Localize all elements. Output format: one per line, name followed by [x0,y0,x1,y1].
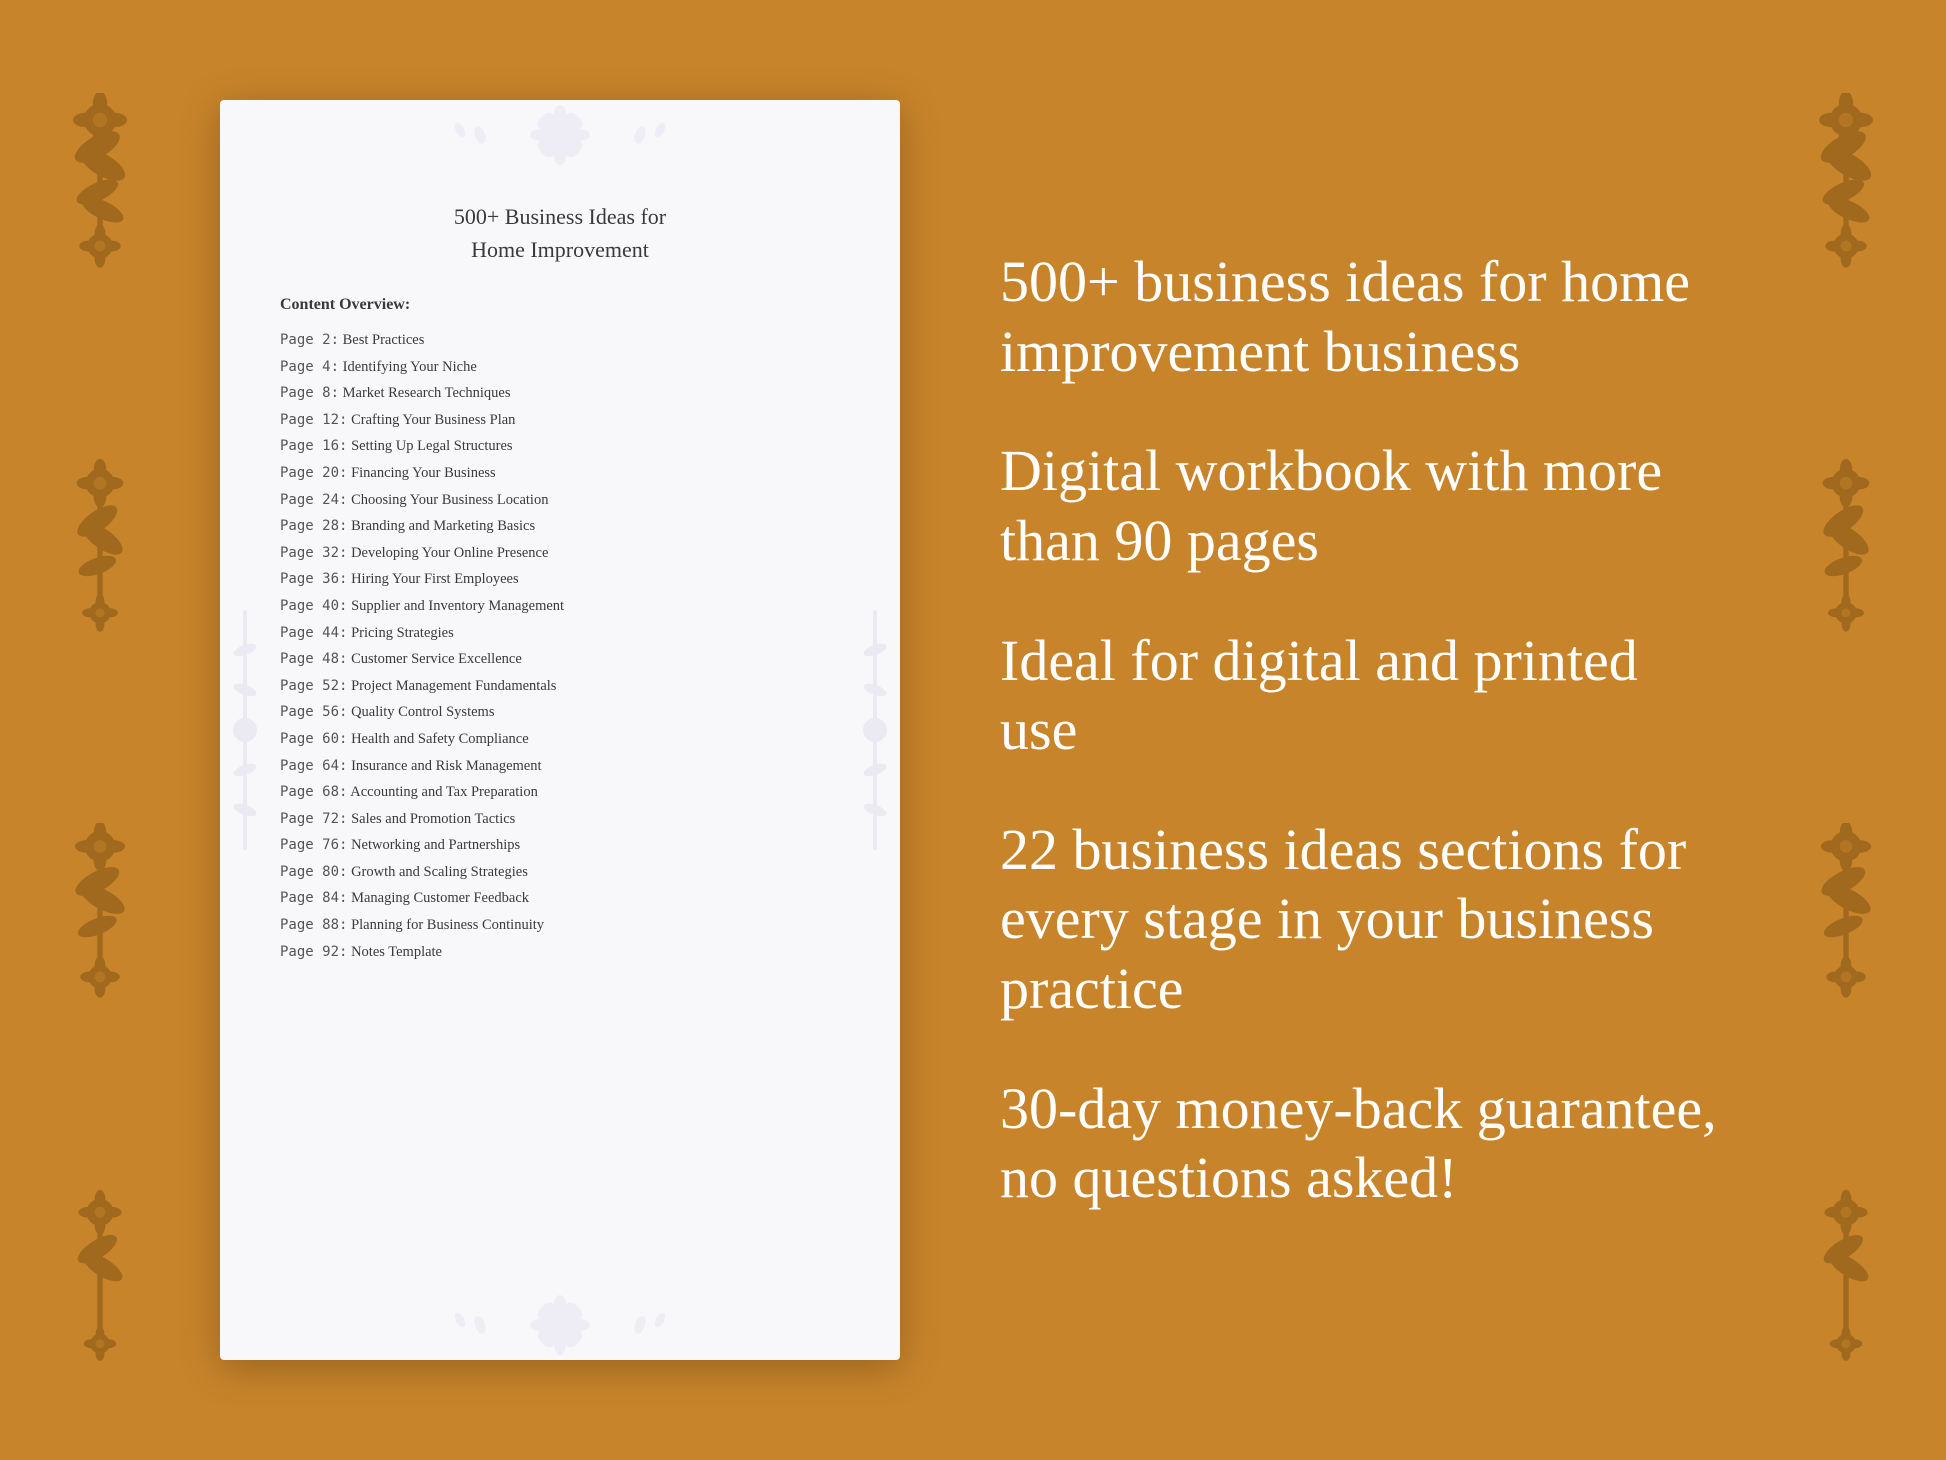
toc-item: Page 80: Growth and Scaling Strategies [280,862,840,883]
toc-item: Page 92: Notes Template [280,942,840,963]
toc-item: Page 84: Managing Customer Feedback [280,888,840,909]
toc-item: Page 76: Networking and Partnerships [280,835,840,856]
toc-item: Page 4: Identifying Your Niche [280,357,840,378]
toc-item: Page 88: Planning for Business Continuit… [280,915,840,936]
book-panel: 500+ Business Ideas for Home Improvement… [220,100,900,1360]
book-top-decoration [220,100,900,170]
toc-item: Page 48: Customer Service Excellence [280,649,840,670]
toc-item: Page 56: Quality Control Systems [280,702,840,723]
toc-item: Page 24: Choosing Your Business Location [280,490,840,511]
book-title: 500+ Business Ideas for Home Improvement [280,200,840,266]
book-left-decoration [220,100,270,1360]
book-title-line1: 500+ Business Ideas for [454,204,666,229]
book-bottom-decoration [220,1290,900,1360]
book-right-decoration [850,100,900,1360]
feature-text-4: 22 business ideas sections for every sta… [1000,815,1726,1024]
content-wrapper: 500+ Business Ideas for Home Improvement… [0,0,1946,1460]
feature-text-1: 500+ business ideas for home improvement… [1000,247,1726,386]
table-of-contents: Page 2: Best Practices Page 4: Identifyin… [280,330,840,962]
book-title-line2: Home Improvement [471,237,649,262]
toc-item: Page 36: Hiring Your First Employees [280,569,840,590]
toc-item: Page 40: Supplier and Inventory Manageme… [280,596,840,617]
feature-text-3: Ideal for digital and printed use [1000,626,1726,765]
feature-text-2: Digital workbook with more than 90 pages [1000,436,1726,575]
toc-item: Page 8: Market Research Techniques [280,383,840,404]
toc-item: Page 32: Developing Your Online Presence [280,543,840,564]
toc-item: Page 28: Branding and Marketing Basics [280,516,840,537]
toc-item: Page 16: Setting Up Legal Structures [280,436,840,457]
toc-item: Page 12: Crafting Your Business Plan [280,410,840,431]
toc-item: Page 20: Financing Your Business [280,463,840,484]
toc-item: Page 2: Best Practices [280,330,840,351]
toc-item: Page 72: Sales and Promotion Tactics [280,809,840,830]
toc-item: Page 60: Health and Safety Compliance [280,729,840,750]
toc-item: Page 68: Accounting and Tax Preparation [280,782,840,803]
content-overview-label: Content Overview: [280,296,840,314]
features-panel: 500+ business ideas for home improvement… [980,247,1726,1213]
feature-text-5: 30-day money-back guarantee, no question… [1000,1074,1726,1213]
toc-item: Page 44: Pricing Strategies [280,623,840,644]
toc-item: Page 52: Project Management Fundamentals [280,676,840,697]
toc-item: Page 64: Insurance and Risk Management [280,756,840,777]
